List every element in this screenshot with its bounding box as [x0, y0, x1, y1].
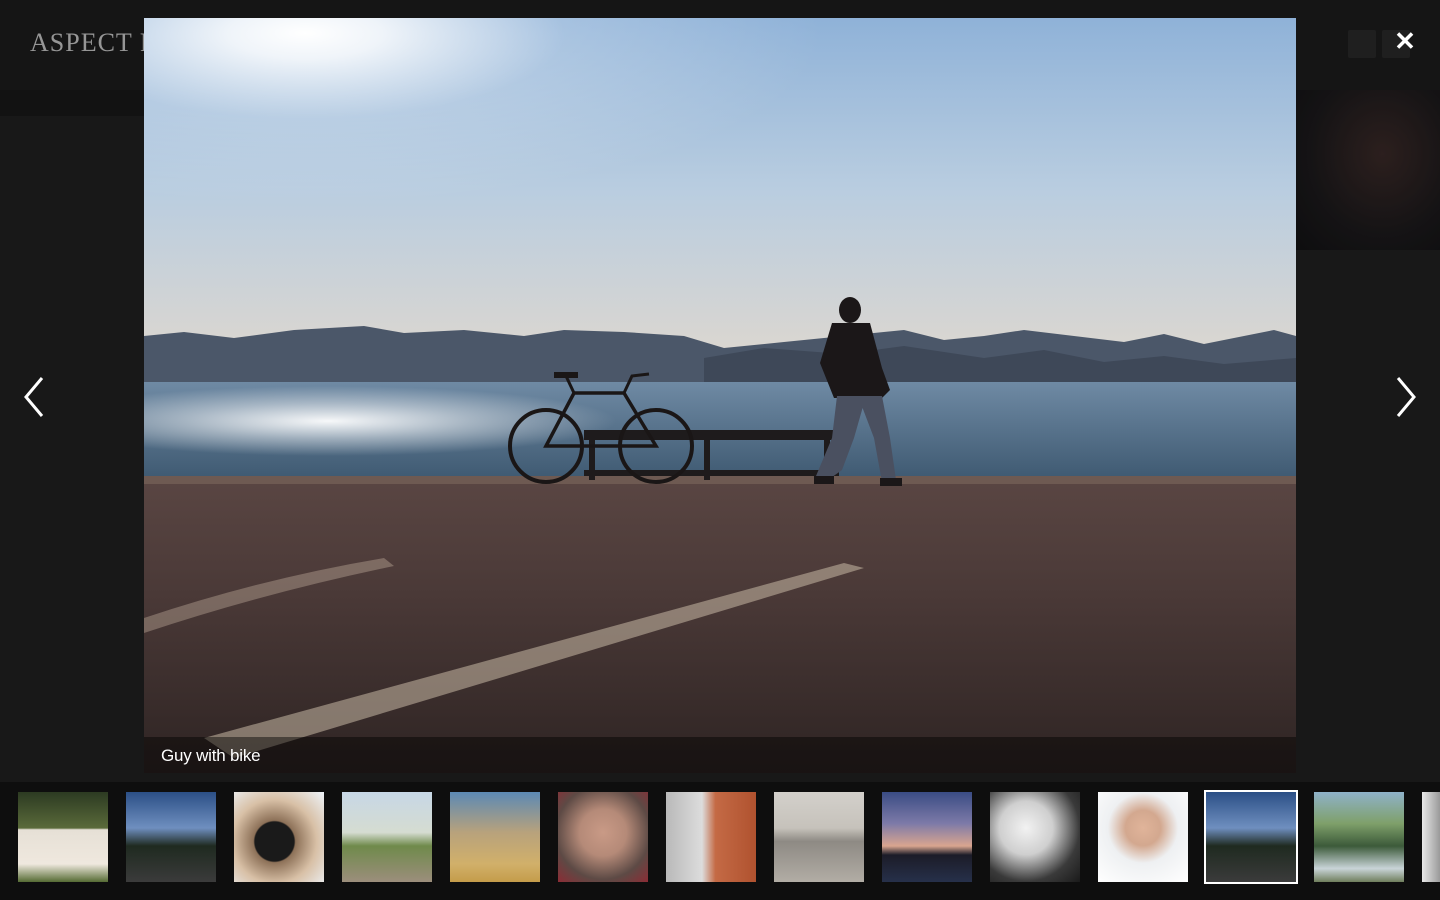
- thumb-road-trees-2[interactable]: [1204, 790, 1298, 884]
- thumb-man-bench-river[interactable]: [1314, 792, 1404, 882]
- thumb-sunglasses-woman[interactable]: [450, 792, 540, 882]
- thumb-man-tie[interactable]: [1098, 792, 1188, 882]
- thumb-balloons[interactable]: [342, 792, 432, 882]
- thumb-city-water[interactable]: [774, 792, 864, 882]
- thumb-jump-silhouette[interactable]: [882, 792, 972, 882]
- thumb-redhead-sunglasses[interactable]: [666, 792, 756, 882]
- chevron-left-icon: [24, 377, 44, 417]
- thumb-dancer[interactable]: [990, 792, 1080, 882]
- caption-bar: Guy with bike: [144, 737, 1296, 773]
- photo-caption: Guy with bike: [161, 746, 261, 765]
- thumbnail-strip: [0, 782, 1440, 900]
- close-button[interactable]: ✕: [1390, 26, 1420, 56]
- photo-guy-with-bike: [144, 18, 1296, 773]
- thumb-woman-dress[interactable]: [18, 792, 108, 882]
- next-button[interactable]: [1386, 372, 1426, 422]
- lightbox-main-photo: Guy with bike: [144, 18, 1296, 773]
- thumb-road-trees[interactable]: [126, 792, 216, 882]
- thumb-camera[interactable]: [234, 792, 324, 882]
- chevron-right-icon: [1396, 377, 1416, 417]
- thumb-splash-face[interactable]: [558, 792, 648, 882]
- previous-button[interactable]: [14, 372, 54, 422]
- thumb-partial[interactable]: [1422, 792, 1440, 882]
